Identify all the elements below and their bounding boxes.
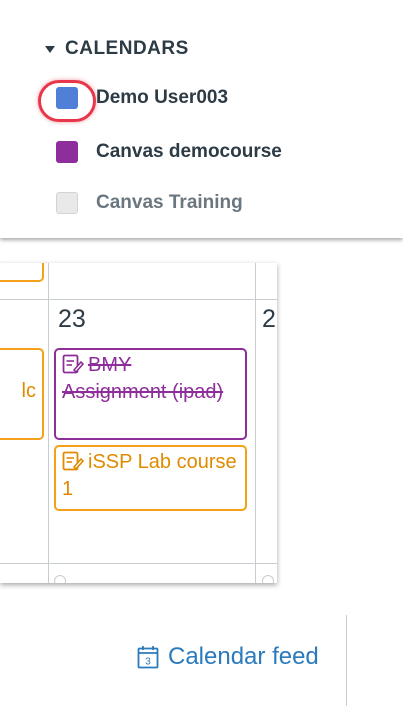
- calendars-panel: CALENDARS Demo User003 Canvas democourse…: [0, 0, 403, 238]
- event-title: BMY Assignment (ipad): [62, 354, 224, 403]
- calendar-item-canvas-democourse[interactable]: Canvas democourse: [56, 141, 282, 163]
- partial-event-top[interactable]: [0, 263, 44, 282]
- calendars-toggle[interactable]: CALENDARS: [45, 38, 189, 60]
- calendar-color-checkbox[interactable]: [56, 141, 78, 163]
- calendars-heading: CALENDARS: [65, 38, 189, 59]
- grid-line: [0, 563, 277, 564]
- assignment-icon: [62, 354, 84, 374]
- calendar-item-label: Canvas Training: [96, 192, 243, 213]
- calendar-feed-link[interactable]: 3 Calendar feed: [137, 643, 319, 671]
- calendar-feed-label: Calendar feed: [168, 643, 319, 670]
- calendar-feed-panel: 3 Calendar feed: [0, 615, 347, 706]
- partial-event-label: lc: [21, 380, 36, 402]
- calendar-icon-digit: 3: [145, 657, 151, 668]
- caret-down-icon: [45, 45, 55, 53]
- assignment-icon: [62, 451, 84, 471]
- calendar-item-canvas-training[interactable]: Canvas Training: [56, 192, 243, 214]
- day-number-next[interactable]: 2: [262, 305, 276, 334]
- calendar-event-issp-lab[interactable]: iSSP Lab course 1: [54, 445, 247, 511]
- calendar-event-bmy-assignment[interactable]: BMY Assignment (ipad): [54, 348, 247, 440]
- event-title: iSSP Lab course 1: [62, 451, 237, 500]
- calendar-color-checkbox[interactable]: [56, 87, 78, 109]
- grid-line: [48, 263, 49, 583]
- grid-line: [255, 263, 256, 583]
- calendar-item-label: Canvas democourse: [96, 141, 282, 162]
- next-row-hint: [262, 575, 274, 583]
- calendar-item-label: Demo User003: [96, 87, 229, 108]
- grid-line: [0, 299, 277, 300]
- calendar-item-demo-user003[interactable]: Demo User003: [56, 87, 228, 109]
- next-row-hint: [54, 575, 66, 583]
- calendar-grid: 23 2 lc BMY Assignment (ipad) iSSP Lab c…: [0, 263, 277, 583]
- calendar-icon: 3: [137, 646, 159, 669]
- day-number[interactable]: 23: [58, 305, 86, 334]
- calendar-color-checkbox[interactable]: [56, 192, 78, 214]
- partial-event[interactable]: lc: [0, 348, 44, 440]
